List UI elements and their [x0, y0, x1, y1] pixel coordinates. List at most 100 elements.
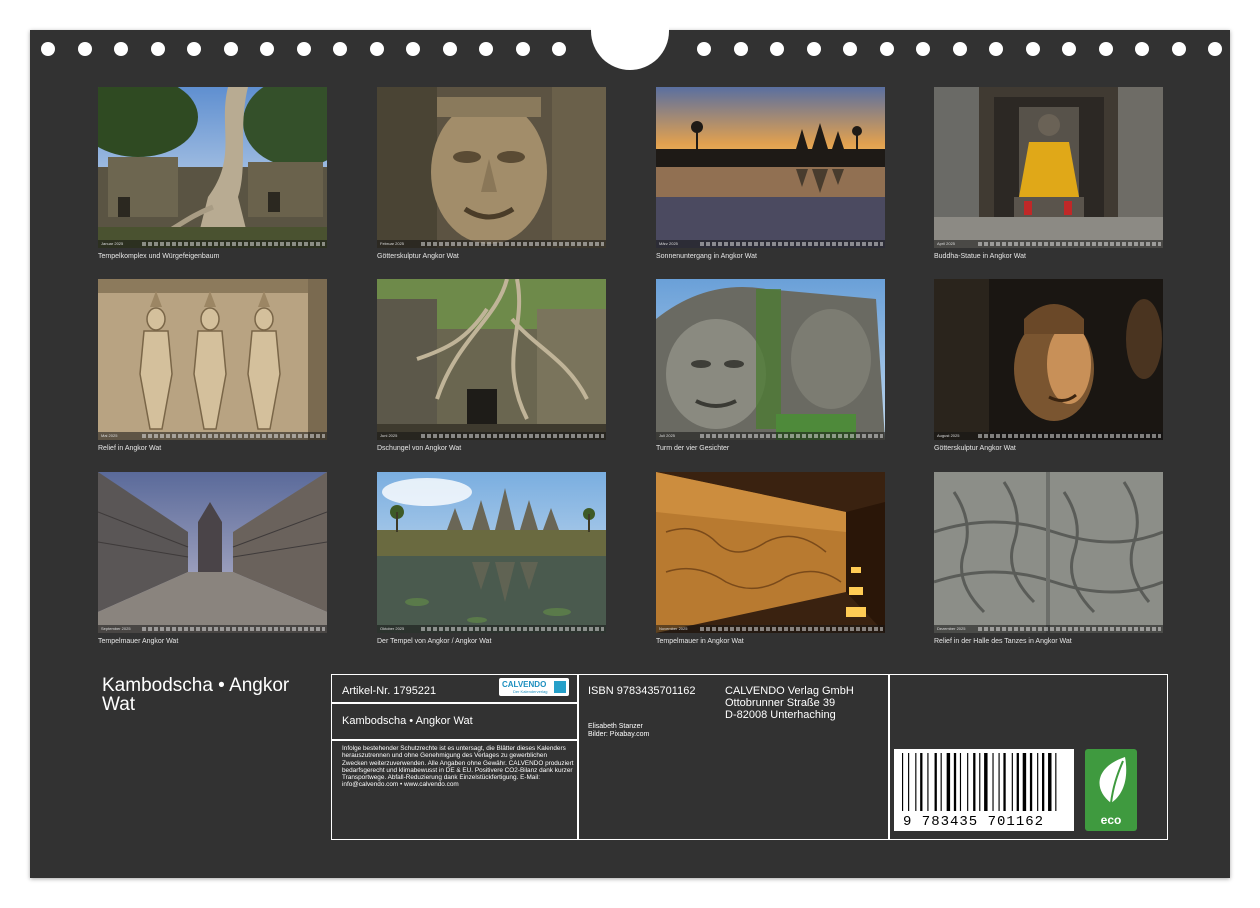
binding-hole [1135, 42, 1149, 56]
month-tile: Dezember 2025 Relief in der Halle des Tan… [934, 472, 1163, 645]
month-photo: Dezember 2025 [934, 472, 1163, 633]
strip-month-label: Juli 2025 [659, 433, 676, 438]
publisher-name: CALVENDO Verlag GmbH [725, 685, 854, 697]
binding-hole [223, 42, 238, 56]
binding-hole [333, 42, 347, 56]
month-photo: Januar 2025 [98, 87, 327, 248]
month-photo: Juli 2025 [656, 279, 885, 440]
binding-hole [1025, 42, 1040, 56]
binding-hole [1098, 42, 1113, 56]
barcode-bar [1042, 753, 1045, 811]
month-tile: Januar 2025 Tempelkomplex und Würgefeigen… [98, 87, 327, 260]
strip-month-label: September 2025 [101, 626, 131, 631]
publisher-city: D-82008 Unterhaching [725, 709, 836, 721]
binding-hole [296, 42, 311, 56]
strip-month-label: März 2025 [659, 241, 678, 246]
month-tile: Mai 2025 Relief in Angkor Wat [98, 279, 327, 452]
barcode-bar [1003, 753, 1006, 811]
calendar-day-strip: Februar 2025 [377, 240, 606, 248]
barcode-bar [1055, 753, 1057, 811]
month-caption: Tempelmauer Angkor Wat [98, 638, 179, 645]
month-tile: Februar 2025 Götterskulptur Angkor Wat [377, 87, 606, 260]
month-tile: August 2025 Götterskulptur Angkor Wat [934, 279, 1163, 452]
month-caption: Tempelkomplex und Würgefeigenbaum [98, 253, 220, 260]
binding-hole [552, 42, 566, 56]
barcode-bar [934, 753, 937, 811]
month-photo: Februar 2025 [377, 87, 606, 248]
month-caption: Buddha-Statue in Angkor Wat [934, 253, 1026, 260]
isbn: ISBN 9783435701162 [588, 685, 696, 697]
month-photo: August 2025 [934, 279, 1163, 440]
binding-hole [41, 42, 55, 56]
binding-hole [843, 42, 857, 56]
binding-hole [77, 42, 92, 56]
strip-month-label: Februar 2025 [380, 241, 405, 246]
calendar-day-strip: März 2025 [656, 240, 885, 248]
barcode-bar [979, 753, 981, 811]
binding-hole [150, 42, 165, 56]
calendar-day-strip: August 2025 [934, 432, 1163, 440]
binding-hole [187, 42, 201, 56]
calendar-day-strip: Januar 2025 [98, 240, 327, 248]
binding-hole [733, 42, 748, 56]
barcode-bars [902, 753, 1057, 811]
barcode-bar [973, 753, 976, 811]
month-caption: Relief in der Halle des Tanzes in Angkor… [934, 638, 1072, 645]
barcode-bar [1037, 753, 1039, 811]
month-photo: Mai 2025 [98, 279, 327, 440]
binding-hole [697, 42, 711, 56]
month-photo: November 2025 [656, 472, 885, 633]
cover-title: Kambodscha • Angkor Wat [102, 675, 290, 715]
barcode-bar [992, 753, 994, 811]
month-photo: März 2025 [656, 87, 885, 248]
article-number: Artikel-Nr. 1795221 [342, 685, 437, 697]
month-caption: Turm der vier Gesichter [656, 445, 730, 452]
calendar-day-strip: Oktober 2025 [377, 625, 606, 633]
barcode-bar [946, 753, 951, 811]
month-tile: September 2025 Tempelmauer Angkor Wat [98, 472, 327, 645]
barcode-bar [998, 753, 1000, 811]
barcode-bar [915, 753, 917, 811]
leaf-icon [1099, 757, 1127, 804]
month-photo: Juni 2025 [377, 279, 606, 440]
barcode-bar [959, 753, 962, 811]
logo-icon [554, 681, 566, 693]
barcode-bar [1029, 753, 1033, 811]
month-caption: Dschungel von Angkor Wat [377, 445, 462, 452]
barcode-bar [1048, 753, 1052, 811]
strip-month-label: Dezember 2025 [937, 626, 966, 631]
binding-hole [1171, 42, 1186, 56]
calendar-day-strip: Mai 2025 [98, 432, 327, 440]
binding-hole [369, 42, 384, 56]
strip-month-label: Oktober 2025 [380, 626, 405, 631]
divider [332, 739, 577, 741]
barcode-bar [1011, 753, 1013, 811]
binding-hole [806, 42, 821, 56]
strip-month-label: Mai 2025 [101, 433, 118, 438]
strip-month-label: Juni 2025 [380, 433, 398, 438]
divider [332, 702, 577, 704]
barcode-bar [1022, 753, 1027, 811]
binding-hole [989, 42, 1003, 56]
eco-badge: eco [1085, 749, 1137, 831]
barcode-bar [920, 753, 923, 811]
image-credit: Bilder: Pixabay.com [588, 731, 650, 738]
binding-hole [916, 42, 930, 56]
binding-hole [879, 42, 894, 56]
binding-hole [114, 42, 128, 56]
binding-hole [515, 42, 530, 56]
month-tile: April 2025 Buddha-Statue in Angkor Wat [934, 87, 1163, 260]
divider [577, 675, 579, 839]
calendar-back-cover: Januar 2025 Tempelkomplex und Würgefeigen… [30, 8, 1230, 878]
month-photo: April 2025 [934, 87, 1163, 248]
calendar-day-strip: April 2025 [934, 240, 1163, 248]
binding-hole [1062, 42, 1076, 56]
strip-month-label: April 2025 [937, 241, 956, 246]
calendar-day-strip: September 2025 [98, 625, 327, 633]
month-tile: März 2025 Sonnenuntergang in Angkor Wat [656, 87, 885, 260]
month-caption: Götterskulptur Angkor Wat [934, 445, 1016, 452]
author: Elisabeth Stanzer [588, 723, 643, 730]
divider [888, 675, 890, 839]
binding-hole [406, 42, 420, 56]
calendar-day-strip: Juli 2025 [656, 432, 885, 440]
